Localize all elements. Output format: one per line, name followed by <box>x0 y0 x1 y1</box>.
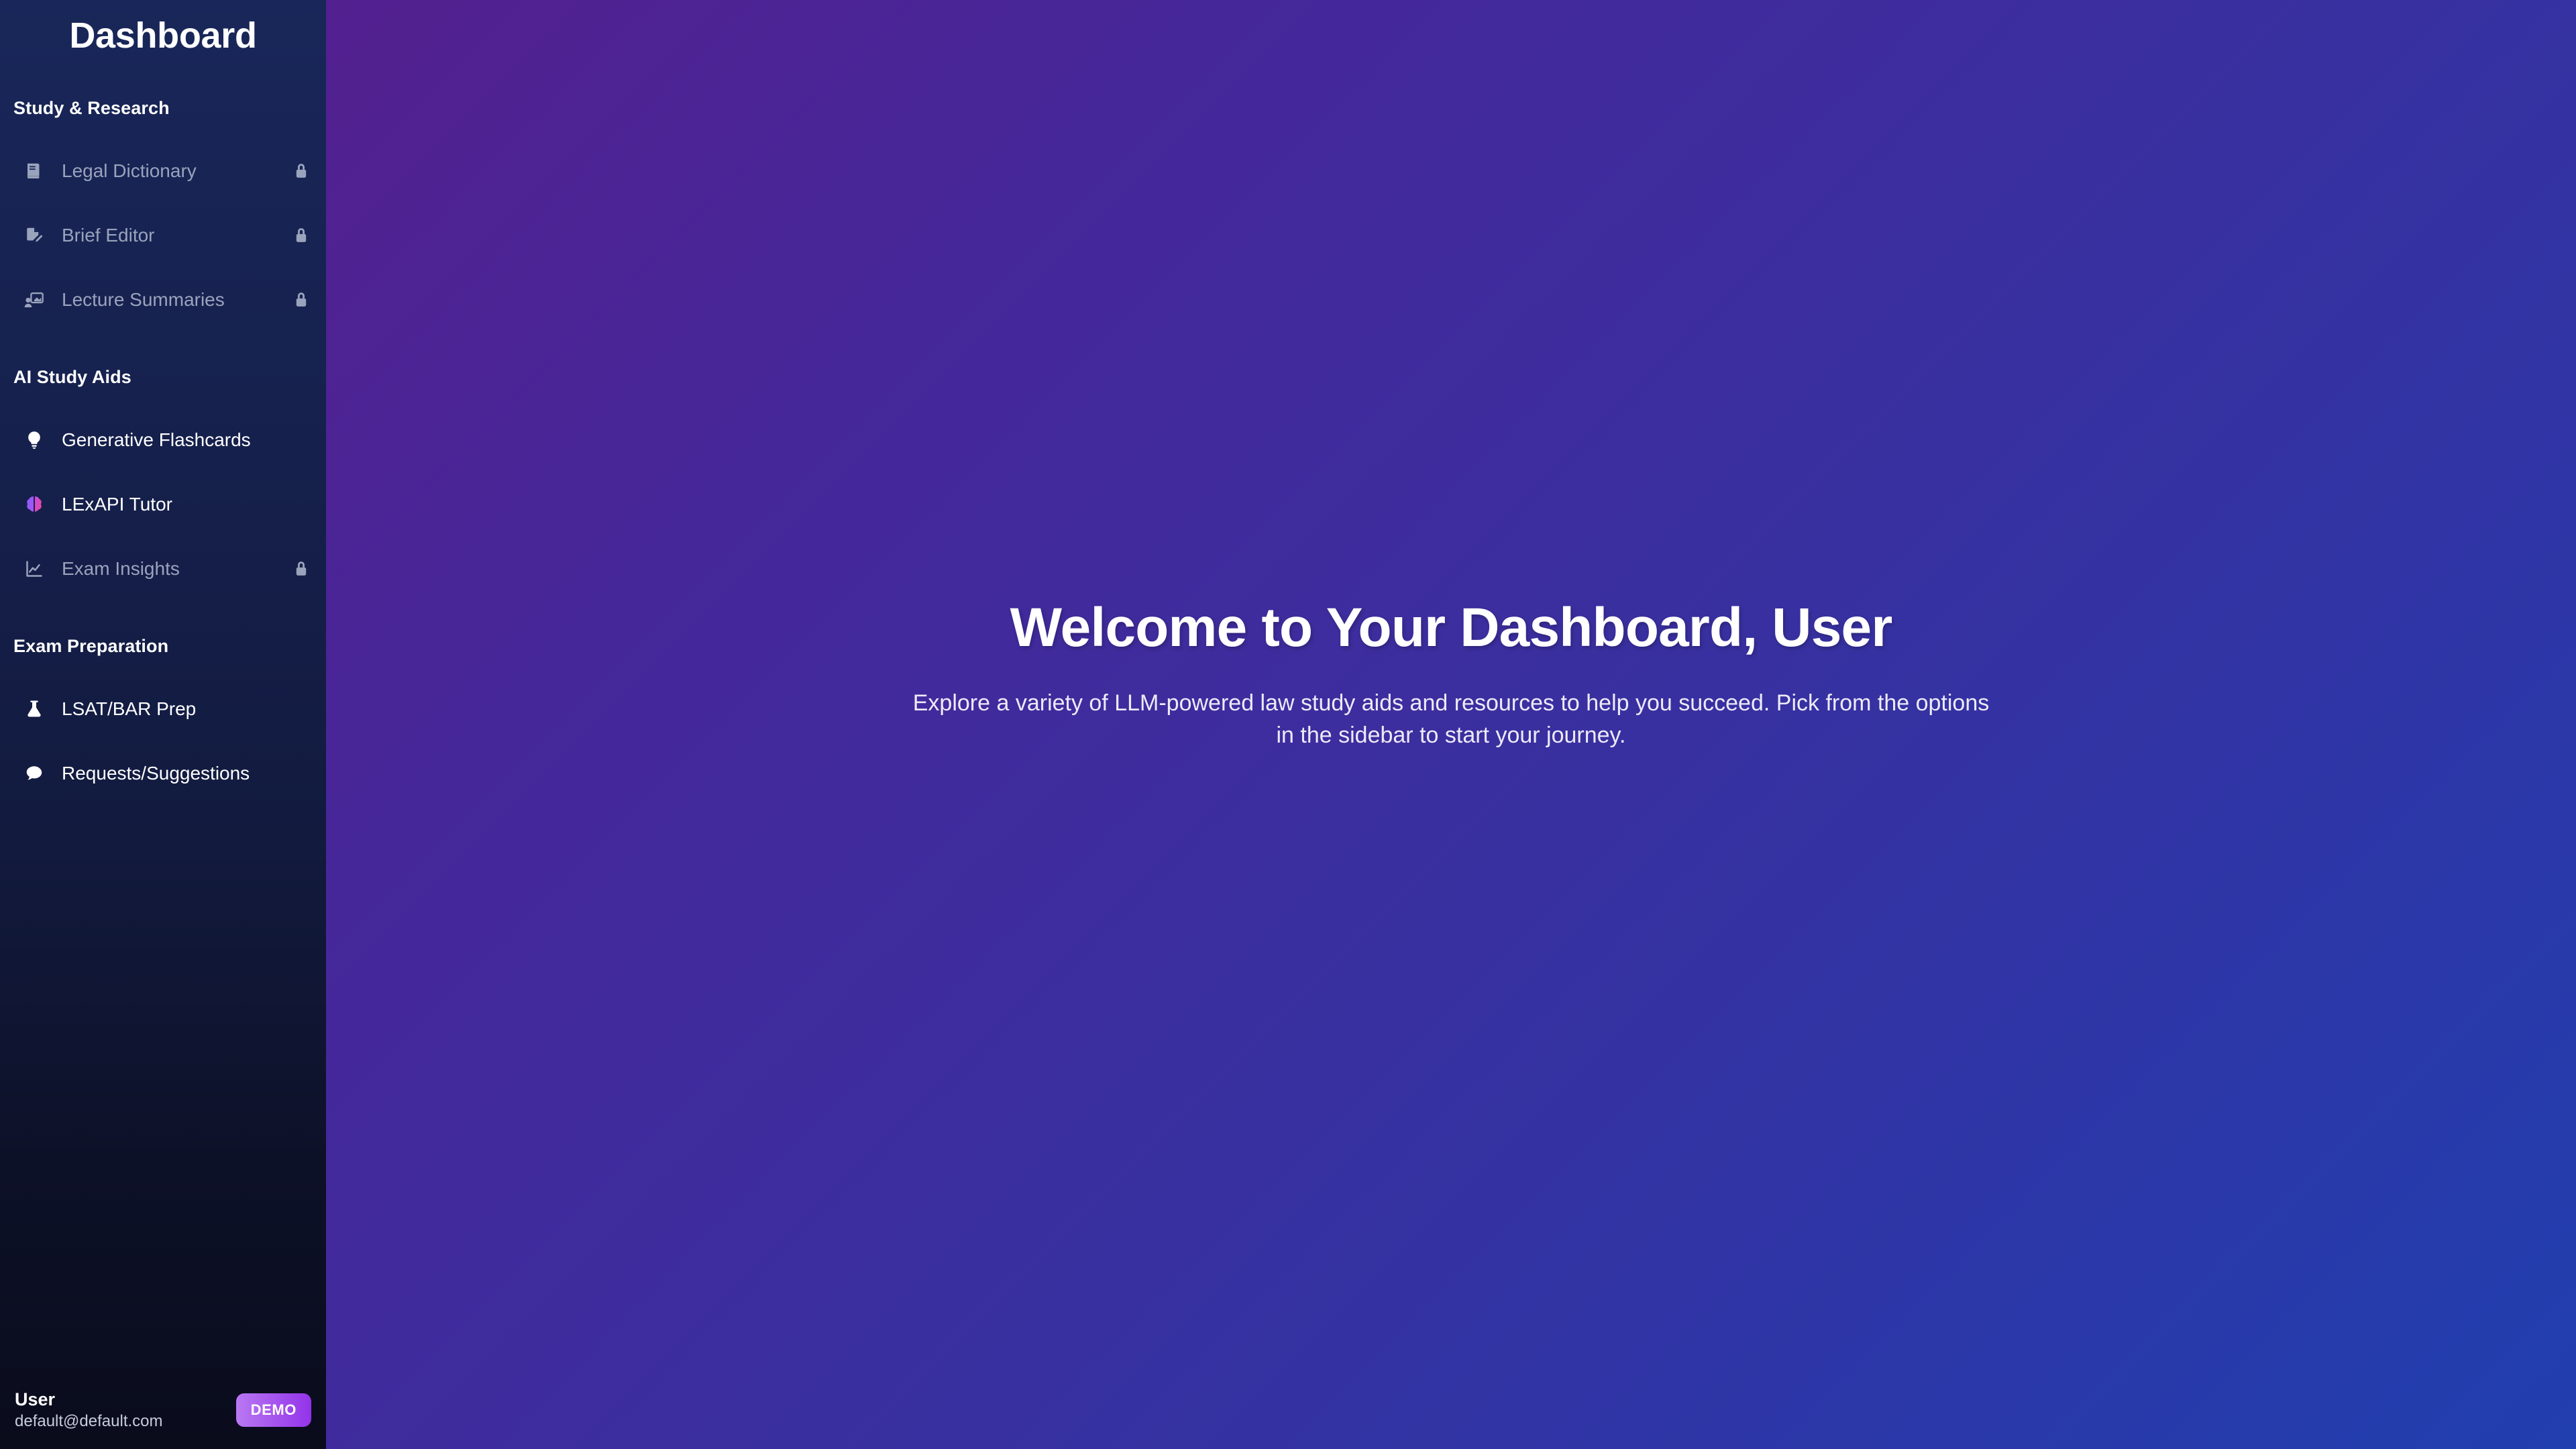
page-title: Welcome to Your Dashboard, User <box>1010 597 1893 658</box>
sidebar-item-label: Exam Insights <box>62 557 180 579</box>
main-content: Welcome to Your Dashboard, User Explore … <box>326 0 2576 1449</box>
sidebar-item-label: LSAT/BAR Prep <box>62 698 197 719</box>
sidebar-item-label: LExAPI Tutor <box>62 493 172 515</box>
sidebar-nav: Study & Research Legal Dictionary Brief … <box>0 56 326 1390</box>
book-icon <box>24 161 58 181</box>
sidebar-item-label: Requests/Suggestions <box>62 762 250 784</box>
sidebar-item-label: Lecture Summaries <box>62 288 225 310</box>
user-info[interactable]: User default@default.com <box>15 1389 163 1430</box>
sidebar-item-label: Legal Dictionary <box>62 160 197 181</box>
speech-bubble-icon <box>24 763 58 784</box>
lightbulb-icon <box>24 430 58 450</box>
lock-icon <box>291 227 311 244</box>
sidebar-item-label: Brief Editor <box>62 224 155 246</box>
lock-icon <box>291 561 311 577</box>
presentation-person-icon <box>24 290 58 310</box>
sidebar-item-brief-editor[interactable]: Brief Editor <box>0 203 326 268</box>
lock-icon <box>291 292 311 308</box>
sidebar-item-lsat-bar-prep[interactable]: LSAT/BAR Prep <box>0 677 326 741</box>
user-email: default@default.com <box>15 1411 163 1430</box>
sidebar-item-exam-insights[interactable]: Exam Insights <box>0 537 326 601</box>
file-pen-icon <box>24 225 58 246</box>
sidebar: Dashboard Study & Research Legal Diction… <box>0 0 326 1449</box>
sidebar-title: Dashboard <box>69 15 257 56</box>
flask-icon <box>24 699 58 719</box>
lock-icon <box>291 163 311 179</box>
section-label-ai-study-aids: AI Study Aids <box>13 367 131 387</box>
welcome-panel: Welcome to Your Dashboard, User Explore … <box>884 597 2018 752</box>
nav-section-exam-preparation: Exam Preparation LSAT/BAR Prep Requests/… <box>0 636 326 806</box>
sidebar-item-generative-flashcards[interactable]: Generative Flashcards <box>0 408 326 472</box>
nav-section-study-research: Study & Research Legal Dictionary Brief … <box>0 98 326 332</box>
sidebar-footer: User default@default.com DEMO <box>0 1389 326 1449</box>
section-label-study-research: Study & Research <box>13 98 170 118</box>
sidebar-item-requests-suggestions[interactable]: Requests/Suggestions <box>0 741 326 806</box>
demo-badge[interactable]: DEMO <box>235 1393 311 1427</box>
sidebar-item-label: Generative Flashcards <box>62 429 251 450</box>
brain-icon <box>24 494 58 515</box>
sidebar-item-lexapi-tutor[interactable]: LExAPI Tutor <box>0 472 326 537</box>
dashboard-app: Dashboard Study & Research Legal Diction… <box>0 0 2576 1449</box>
section-label-exam-preparation: Exam Preparation <box>13 636 169 656</box>
page-subtitle: Explore a variety of LLM-powered law stu… <box>912 690 1990 749</box>
nav-section-ai-study-aids: AI Study Aids Generative Flashcards LExA… <box>0 367 326 601</box>
line-chart-icon <box>24 559 58 579</box>
sidebar-item-legal-dictionary[interactable]: Legal Dictionary <box>0 139 326 203</box>
sidebar-item-lecture-summaries[interactable]: Lecture Summaries <box>0 268 326 332</box>
user-name: User <box>15 1389 56 1409</box>
